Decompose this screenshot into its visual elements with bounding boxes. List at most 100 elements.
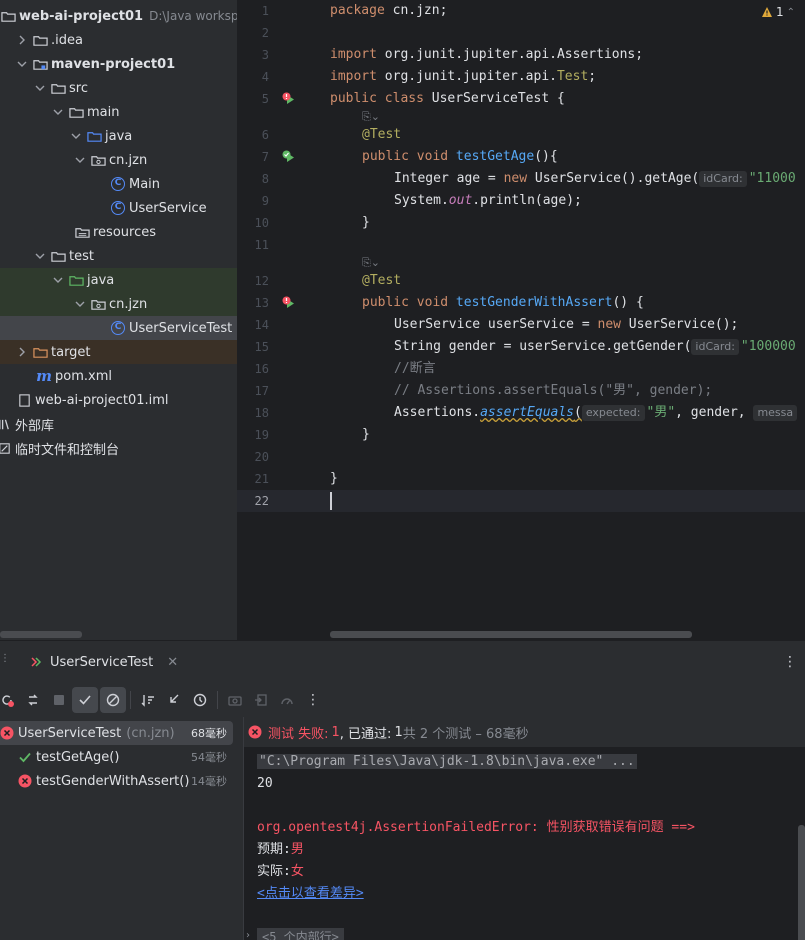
total-tests: 共 2 个测试 – 68毫秒 [402, 726, 529, 742]
tree-item-src[interactable]: src [0, 76, 237, 100]
chevron-down-icon[interactable] [70, 130, 82, 142]
code-token: cn.jzn; [384, 3, 448, 18]
fail-count: 1 [331, 724, 340, 740]
run-test-passed-icon[interactable] [282, 150, 296, 164]
tree-item-scratches[interactable]: 临时文件和控制台 [0, 436, 237, 460]
run-test-failed-icon[interactable] [282, 92, 296, 106]
test-suite-row[interactable]: UserServiceTest (cn.jzn) 68毫秒 [0, 721, 233, 745]
tree-item-resources[interactable]: resources [0, 220, 237, 244]
run-test-failed-icon[interactable] [282, 296, 296, 310]
line-number: 2 [261, 26, 269, 40]
tree-item-test[interactable]: test [0, 244, 237, 268]
run-tab-bar: ⋮ UserServiceTest ✕ ⋮ [0, 641, 805, 683]
show-passed-icon[interactable] [72, 687, 98, 713]
view-diff-link[interactable]: <点击以查看差异> [257, 886, 364, 901]
tree-item-target[interactable]: target [0, 340, 237, 364]
show-ignored-icon[interactable] [100, 687, 126, 713]
codelens-hint[interactable]: ⎘⌄ [362, 256, 380, 269]
tab-scroll-icon[interactable]: ⋮ [0, 653, 10, 664]
tree-label: Main [129, 176, 161, 192]
code-token: String gender = userService.getGender( [394, 339, 692, 354]
collapse-all-icon[interactable] [161, 687, 187, 713]
actual-value: 女 [290, 864, 304, 879]
rerun-icon[interactable] [20, 687, 46, 713]
code-token: UserService().getAge( [527, 171, 700, 186]
test-results-tree: UserServiceTest (cn.jzn) 68毫秒 testGetAge… [0, 721, 243, 940]
resources-folder-icon [74, 224, 90, 240]
tree-item-class-main[interactable]: C Main [0, 172, 237, 196]
parameter-hint: idCard: [691, 339, 739, 355]
code-token: .println(age); [472, 193, 582, 208]
code-token: public class [330, 91, 424, 106]
chevron-right-icon[interactable]: › [246, 930, 250, 940]
tree-label: web-ai-project01.iml [35, 392, 169, 408]
tree-item-main[interactable]: main [0, 100, 237, 124]
folded-lines[interactable]: <5 个内部行> [257, 928, 344, 940]
line-number: 12 [254, 274, 269, 288]
java-command[interactable]: "C:\Program Files\Java\jdk-1.8\bin\java.… [257, 754, 637, 769]
vertical-scrollbar[interactable] [798, 825, 805, 940]
line-number: 10 [254, 216, 269, 230]
more-options-icon[interactable]: ⋮ [783, 654, 797, 670]
code-area[interactable]: package cn.jzn; import org.junit.jupiter… [330, 0, 805, 640]
chevron-down-icon[interactable] [34, 250, 46, 262]
line-number: 8 [261, 172, 269, 186]
test-summary: 测试 失败: 1 , 已通过: 1 共 2 个测试 – 68毫秒 [244, 717, 805, 747]
tab-userservicetest[interactable]: UserServiceTest ✕ [24, 647, 184, 677]
rerun-failed-icon[interactable] [0, 687, 20, 713]
code-token: () { [612, 295, 644, 310]
stop-icon[interactable] [46, 687, 72, 713]
file-icon [16, 392, 32, 408]
tree-item-project-root[interactable]: web-ai-project01 D:\Java workspace [0, 4, 237, 28]
test-name: testGetAge() [36, 749, 120, 765]
chevron-down-icon[interactable] [34, 82, 46, 94]
chevron-down-icon[interactable] [74, 154, 86, 166]
tree-item-package-test[interactable]: cn.jzn [0, 292, 237, 316]
test-case-row[interactable]: testGenderWithAssert() 14毫秒 [0, 769, 233, 793]
folder-icon [50, 248, 66, 264]
horizontal-scrollbar[interactable] [0, 631, 82, 638]
coverage-icon[interactable] [274, 687, 300, 713]
tree-item-pom[interactable]: m pom.xml [0, 364, 237, 388]
tree-item-test-java[interactable]: java [0, 268, 237, 292]
chevron-down-icon[interactable] [16, 58, 28, 70]
test-duration: 68毫秒 [191, 727, 227, 740]
console-output[interactable]: 测试 失败: 1 , 已通过: 1 共 2 个测试 – 68毫秒 "C:\Pro… [243, 717, 805, 940]
test-history-icon[interactable] [187, 687, 213, 713]
tree-item-class-userservice[interactable]: C UserService [0, 196, 237, 220]
screenshot-icon[interactable] [222, 687, 248, 713]
chevron-right-icon[interactable] [16, 34, 28, 46]
sort-icon[interactable] [135, 687, 161, 713]
error-message: org.opentest4j.AssertionFailedError: 性别获… [257, 820, 695, 835]
code-comment: //断言 [394, 361, 436, 376]
expected-value: 男 [290, 842, 304, 857]
code-token: "男" [646, 405, 676, 420]
import-tests-icon[interactable] [248, 687, 274, 713]
class-icon: C [110, 320, 126, 336]
tree-item-idea[interactable]: .idea [0, 28, 237, 52]
tree-item-class-userservicetest[interactable]: C UserServiceTest [0, 316, 237, 340]
code-token: UserService userService = [394, 317, 598, 332]
chevron-right-icon[interactable] [16, 346, 28, 358]
close-icon[interactable]: ✕ [167, 655, 178, 670]
line-number: 21 [254, 472, 269, 486]
tree-item-package-main[interactable]: cn.jzn [0, 148, 237, 172]
tree-item-external-libraries[interactable]: 外部库 [0, 412, 237, 436]
tree-label: resources [93, 224, 157, 240]
more-icon[interactable]: ⋮ [300, 687, 326, 713]
codelens-hint[interactable]: ⎘⌄ [362, 110, 380, 123]
code-editor[interactable]: 1 2 3 4 5 6 7 8 9 10 11 12 13 14 15 16 1… [237, 0, 805, 640]
line-number: 20 [254, 450, 269, 464]
chevron-down-icon[interactable] [52, 106, 64, 118]
tree-path-hint: D:\Java workspace [149, 9, 237, 23]
test-case-row[interactable]: testGetAge() 54毫秒 [0, 745, 233, 769]
horizontal-scrollbar[interactable] [330, 631, 692, 638]
line-number: 22 [254, 494, 269, 508]
tree-item-module[interactable]: maven-project01 [0, 52, 237, 76]
chevron-down-icon[interactable] [74, 298, 86, 310]
tree-item-main-java[interactable]: java [0, 124, 237, 148]
tree-item-iml[interactable]: web-ai-project01.iml [0, 388, 237, 412]
parameter-hint: idCard: [699, 171, 747, 187]
line-number: 14 [254, 318, 269, 332]
chevron-down-icon[interactable] [52, 274, 64, 286]
